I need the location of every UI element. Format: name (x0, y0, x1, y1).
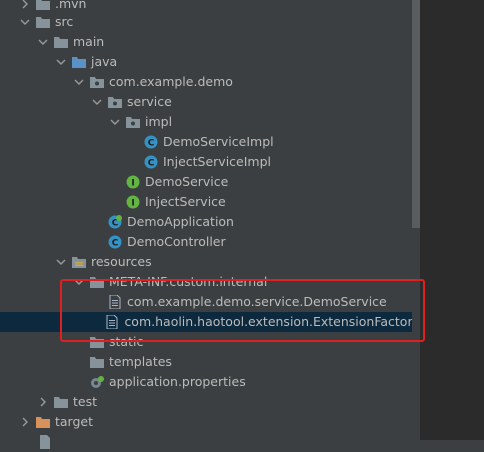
chevron-right-icon[interactable] (20, 0, 30, 9)
tree-item-src[interactable]: src (0, 12, 412, 32)
svg-text:C: C (148, 159, 155, 169)
tree-item-demo-service-impl[interactable]: C DemoServiceImpl (0, 132, 412, 152)
tree-item-label: impl (145, 114, 173, 129)
chevron-down-icon[interactable] (56, 257, 66, 267)
tree-item-demo-controller[interactable]: C DemoController (0, 232, 412, 252)
tree-item-application-properties[interactable]: application.properties (0, 372, 412, 392)
spring-class-icon: C (108, 215, 122, 229)
file-icon (38, 435, 52, 449)
scrollbar-thumb[interactable] (412, 0, 420, 228)
editor-area (420, 0, 484, 440)
excluded-folder-icon (36, 415, 50, 429)
svg-text:I: I (131, 199, 134, 209)
tree-item-label: java (91, 54, 118, 69)
package-icon (90, 75, 104, 89)
properties-file-icon (90, 375, 104, 389)
tree-item-label: DemoApplication (127, 214, 234, 229)
interface-icon: I (126, 175, 140, 189)
folder-icon (90, 355, 104, 369)
tree-item-label: service (127, 94, 172, 109)
tree-item-test[interactable]: test (0, 392, 412, 412)
package-icon (126, 115, 140, 129)
tree-item-label: com.example.demo (109, 74, 233, 89)
tree-item-label: DemoServiceImpl (163, 134, 274, 149)
chevron-down-icon[interactable] (20, 17, 30, 27)
tree-item-resources[interactable]: resources (0, 252, 412, 272)
tree-item-label: src (55, 14, 74, 29)
chevron-down-icon[interactable] (74, 77, 84, 87)
tree-item-inject-service-impl[interactable]: C InjectServiceImpl (0, 152, 412, 172)
tree-item-templates[interactable]: templates (0, 352, 412, 372)
class-icon: C (108, 235, 122, 249)
class-icon: C (144, 135, 158, 149)
folder-icon (36, 15, 50, 29)
class-icon: C (144, 155, 158, 169)
tree-item-demo-application[interactable]: C DemoApplication (0, 212, 412, 232)
chevron-down-icon[interactable] (110, 117, 120, 127)
tree-item-label: main (73, 34, 105, 49)
tree-item-label: application.properties (109, 374, 246, 389)
folder-icon (54, 395, 68, 409)
tree-item-target[interactable]: target (0, 412, 412, 432)
interface-icon: I (126, 195, 140, 209)
tree-item-label: resources (91, 254, 152, 269)
highlight-box (60, 279, 425, 342)
tree-item-package-impl[interactable]: impl (0, 112, 412, 132)
package-icon (108, 95, 122, 109)
tree-item-label: InjectService (145, 194, 226, 209)
tree-item-label: DemoService (145, 174, 229, 189)
folder-icon (36, 0, 50, 11)
tree-item-label: templates (109, 354, 172, 369)
svg-text:C: C (112, 239, 119, 249)
tree-item-java[interactable]: java (0, 52, 412, 72)
tree-item-demo-service[interactable]: I DemoService (0, 172, 412, 192)
source-folder-icon (72, 55, 86, 69)
chevron-down-icon[interactable] (38, 37, 48, 47)
tree-item-inject-service[interactable]: I InjectService (0, 192, 412, 212)
chevron-down-icon[interactable] (56, 57, 66, 67)
tree-item-label: test (73, 394, 98, 409)
tree-item-label: InjectServiceImpl (163, 154, 272, 169)
chevron-down-icon[interactable] (92, 97, 102, 107)
tree-item-label: target (55, 414, 94, 429)
tree-item-package-service[interactable]: service (0, 92, 412, 112)
chevron-right-icon[interactable] (38, 397, 48, 407)
tree-item-label: DemoController (127, 234, 226, 249)
tree-item-cutoff (0, 432, 412, 452)
tree-item-main[interactable]: main (0, 32, 412, 52)
svg-text:I: I (131, 179, 134, 189)
chevron-right-icon[interactable] (20, 417, 30, 427)
svg-text:C: C (148, 139, 155, 149)
resources-folder-icon (72, 255, 86, 269)
folder-icon (54, 35, 68, 49)
tree-item-package-demo[interactable]: com.example.demo (0, 72, 412, 92)
